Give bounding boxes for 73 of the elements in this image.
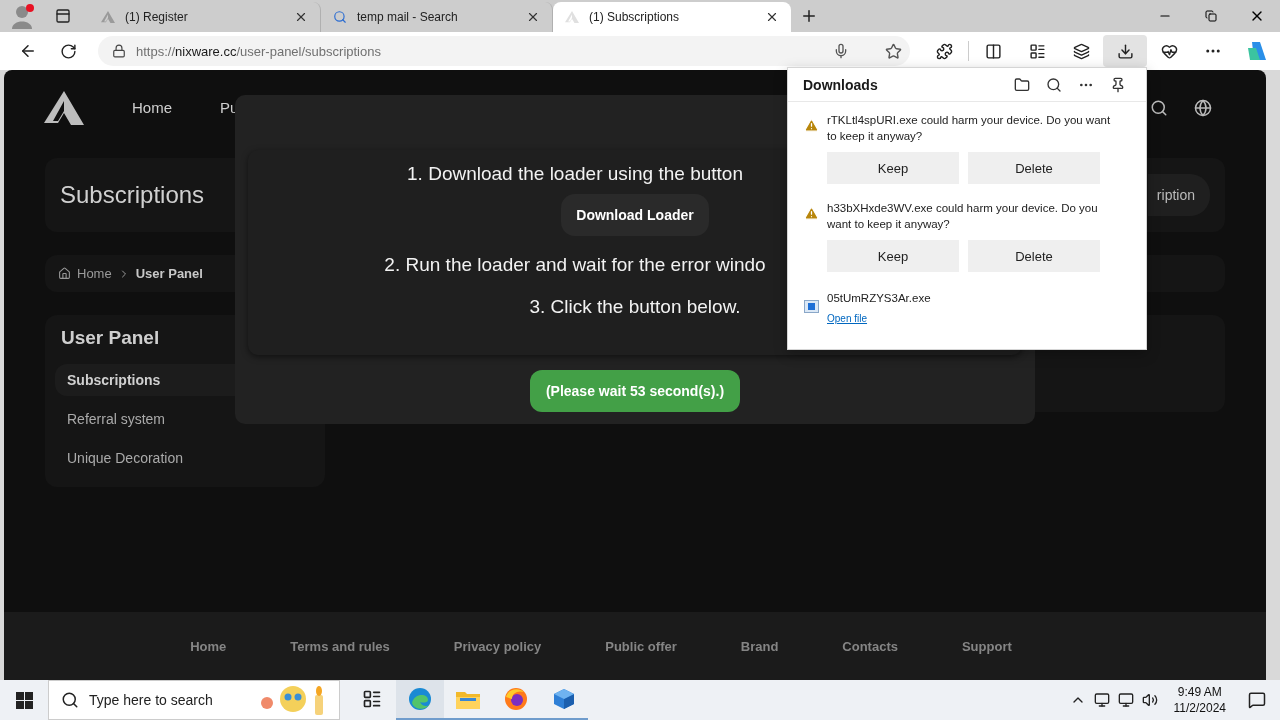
site-logo-icon [101, 11, 115, 23]
back-icon[interactable] [19, 42, 37, 60]
footer-link[interactable]: Public offer [605, 638, 677, 654]
delete-button[interactable]: Delete [968, 152, 1100, 184]
profile-avatar[interactable] [9, 3, 36, 29]
warning-message: h33bXHxde3WV.exe could harm your device. Do you want to keep it anyway? [827, 201, 1099, 232]
search-icon [333, 10, 347, 24]
nav-link[interactable]: Home [132, 99, 172, 116]
footer-link[interactable]: Brand [740, 638, 779, 654]
restore-icon[interactable] [1205, 10, 1217, 22]
keep-button[interactable]: Keep [827, 152, 959, 184]
search-icon[interactable] [1046, 76, 1062, 93]
warning-icon [804, 118, 819, 133]
site-logo-icon [565, 11, 579, 23]
favorite-star-icon[interactable] [885, 42, 902, 60]
globe-icon[interactable] [1194, 98, 1212, 117]
taskbar-search-field[interactable]: Type here to search [48, 680, 340, 720]
panel-title: Downloads [803, 76, 879, 93]
logo-icon [44, 90, 84, 125]
collections-icon[interactable] [1072, 42, 1090, 60]
instruction-text: 1. Download the loader using the button [407, 163, 743, 185]
instruction-text: 2. Run the loader and wait for the error windo [384, 254, 766, 276]
reload-icon[interactable] [59, 42, 77, 60]
footer-link[interactable]: Home [190, 638, 227, 654]
tab-title: temp mail - Search [357, 10, 459, 24]
app-cube-icon[interactable] [552, 687, 576, 711]
search-icon[interactable] [1150, 98, 1168, 117]
keep-button[interactable]: Keep [827, 240, 959, 272]
sidebar-item[interactable]: Unique Decoration [55, 442, 315, 474]
new-tab-icon[interactable] [800, 7, 818, 25]
copilot-icon[interactable] [1246, 40, 1268, 62]
extensions-icon[interactable] [935, 42, 953, 60]
split-screen-icon[interactable] [984, 42, 1002, 60]
notifications-icon[interactable] [1248, 691, 1266, 709]
tab-actions-icon[interactable] [55, 8, 71, 24]
browser-tab[interactable]: (1) Subscriptions [553, 2, 791, 32]
file-name: 05tUmRZYS3Ar.exe [827, 292, 932, 304]
lock-icon[interactable] [112, 44, 126, 58]
warning-message: rTKLtl4spURI.exe could harm your device. Do you want to keep it anyway? [827, 113, 1112, 144]
instruction-text: 3. Click the button below. [529, 296, 741, 318]
footer-link[interactable]: Terms and rules [290, 638, 390, 654]
close-icon[interactable] [526, 10, 540, 24]
downloads-button[interactable] [1103, 35, 1147, 67]
tab-title: (1) Subscriptions [589, 10, 681, 24]
breadcrumb-link[interactable]: User Panel [135, 266, 203, 281]
open-file-link[interactable]: Open file [827, 313, 868, 324]
footer-link[interactable]: Privacy policy [453, 638, 542, 654]
folder-icon[interactable] [1014, 76, 1030, 93]
breadcrumb-link[interactable]: Home [77, 266, 112, 281]
edge-icon[interactable] [408, 687, 432, 711]
subscription-button[interactable]: ription [1148, 174, 1210, 216]
taskbar-clock[interactable]: 9:49 AM 11/2/2024 [1173, 684, 1226, 716]
pin-icon[interactable] [1110, 76, 1126, 93]
volume-icon[interactable] [1141, 692, 1158, 708]
close-icon[interactable] [765, 10, 779, 24]
download-loader-button[interactable]: Download Loader [561, 194, 709, 236]
tab-title: (1) Register [125, 10, 189, 24]
delete-button[interactable]: Delete [968, 240, 1100, 272]
footer-link[interactable]: Contacts [842, 638, 898, 654]
search-icon [61, 691, 79, 709]
firefox-icon[interactable] [504, 687, 528, 711]
page-title: Subscriptions [60, 181, 205, 209]
warning-icon [804, 206, 819, 221]
download-icon [1116, 42, 1134, 60]
home-icon [58, 267, 71, 280]
close-icon[interactable] [294, 10, 308, 24]
windows-start-icon[interactable] [15, 691, 33, 709]
sidebar-title: User Panel [60, 327, 161, 350]
footer-link[interactable]: Support [961, 638, 1012, 654]
file-icon [804, 300, 819, 313]
address-field[interactable]: https://nixware.cc/user-panel/subscriptions [98, 36, 910, 66]
network-icon[interactable] [1117, 692, 1134, 708]
browser-health-icon[interactable] [1160, 42, 1178, 60]
